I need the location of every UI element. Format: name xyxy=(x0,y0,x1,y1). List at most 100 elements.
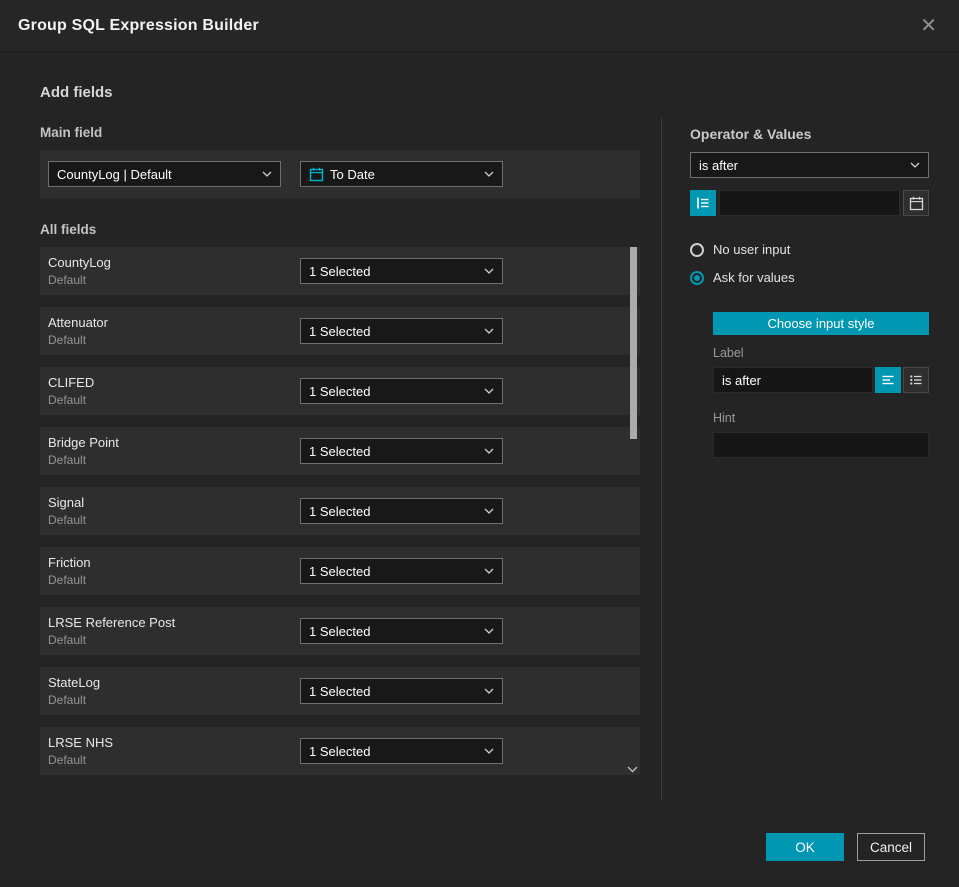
date-picker-button[interactable] xyxy=(903,190,929,216)
radio-no-user-input[interactable]: No user input xyxy=(690,242,929,257)
operator-select[interactable]: is after xyxy=(690,152,929,178)
field-sublabel: Default xyxy=(48,633,87,647)
field-selected-dropdown[interactable]: 1 Selected xyxy=(300,498,503,524)
field-selected-value: 1 Selected xyxy=(309,623,371,639)
field-selected-dropdown[interactable]: 1 Selected xyxy=(300,618,503,644)
field-selected-dropdown[interactable]: 1 Selected xyxy=(300,738,503,764)
field-name-block: CountyLog Default xyxy=(48,255,300,287)
chevron-down-icon xyxy=(910,162,920,168)
chevron-down-icon xyxy=(484,568,494,574)
field-row: LRSE NHS Default 1 Selected xyxy=(40,727,640,775)
field-selected-value: 1 Selected xyxy=(309,323,371,339)
field-selected-value: 1 Selected xyxy=(309,563,371,579)
close-icon[interactable]: ✕ xyxy=(916,12,941,40)
field-selected-value: 1 Selected xyxy=(309,263,371,279)
chevron-down-icon xyxy=(484,628,494,634)
field-name: CountyLog xyxy=(48,255,111,270)
field-selected-dropdown[interactable]: 1 Selected xyxy=(300,378,503,404)
main-field-select-value: CountyLog | Default xyxy=(57,166,172,182)
main-field-select[interactable]: CountyLog | Default xyxy=(48,161,281,187)
chevron-down-icon xyxy=(484,171,494,177)
operator-values-section: Operator & Values is after No user input… xyxy=(690,126,929,458)
column-divider xyxy=(661,118,662,800)
chevron-down-icon xyxy=(484,388,494,394)
calendar-icon xyxy=(909,196,923,210)
text-input-style-button[interactable] xyxy=(875,367,901,393)
field-row: CLIFED Default 1 Selected xyxy=(40,367,640,415)
value-type-toggle-button[interactable] xyxy=(690,190,716,216)
ok-button[interactable]: OK xyxy=(766,833,844,861)
field-selected-dropdown[interactable]: 1 Selected xyxy=(300,258,503,284)
field-row: LRSE Reference Post Default 1 Selected xyxy=(40,607,640,655)
add-fields-heading: Add fields xyxy=(40,84,113,101)
field-name-block: Attenuator Default xyxy=(48,315,300,347)
main-field-panel: CountyLog | Default To Date xyxy=(40,150,640,198)
chevron-down-icon xyxy=(484,448,494,454)
field-name-block: Friction Default xyxy=(48,555,300,587)
field-selected-dropdown[interactable]: 1 Selected xyxy=(300,678,503,704)
ask-for-values-options: Choose input style Label Hint xyxy=(713,298,929,458)
radio-label: Ask for values xyxy=(713,270,795,285)
chevron-down-icon xyxy=(484,688,494,694)
list-icon xyxy=(910,375,922,385)
field-row: CountyLog Default 1 Selected xyxy=(40,247,640,295)
field-selected-value: 1 Selected xyxy=(309,503,371,519)
dialog-title: Group SQL Expression Builder xyxy=(18,16,259,34)
chevron-down-icon xyxy=(262,171,272,177)
field-selected-dropdown[interactable]: 1 Selected xyxy=(300,558,503,584)
calendar-icon xyxy=(309,167,324,181)
date-field-select-value: To Date xyxy=(330,166,375,182)
field-name-block: StateLog Default xyxy=(48,675,300,707)
field-sublabel: Default xyxy=(48,513,87,527)
radio-icon xyxy=(690,242,704,257)
cancel-button[interactable]: Cancel xyxy=(857,833,925,861)
label-input-row xyxy=(713,367,929,393)
operator-select-value: is after xyxy=(699,157,739,173)
field-sublabel: Default xyxy=(48,693,87,707)
field-name: Friction xyxy=(48,555,91,570)
radio-selected-icon xyxy=(690,270,704,285)
scrollbar-thumb[interactable] xyxy=(630,247,637,439)
field-name-block: Bridge Point Default xyxy=(48,435,300,467)
field-row: StateLog Default 1 Selected xyxy=(40,667,640,715)
field-row: Attenuator Default 1 Selected xyxy=(40,307,640,355)
operator-values-heading: Operator & Values xyxy=(690,126,812,142)
field-name: Bridge Point xyxy=(48,435,119,450)
field-name-block: CLIFED Default xyxy=(48,375,300,407)
dialog-footer: OK Cancel xyxy=(766,833,925,861)
choose-input-style-button[interactable]: Choose input style xyxy=(713,312,929,335)
field-name: Attenuator xyxy=(48,315,108,330)
add-fields-section: Add fields Main field CountyLog | Defaul… xyxy=(40,84,640,787)
chevron-down-icon xyxy=(484,508,494,514)
field-selected-dropdown[interactable]: 1 Selected xyxy=(300,318,503,344)
label-input[interactable] xyxy=(713,367,873,393)
list-input-style-button[interactable] xyxy=(903,367,929,393)
chevron-down-icon xyxy=(484,748,494,754)
hint-input[interactable] xyxy=(713,432,929,458)
field-list-scrollbar[interactable] xyxy=(627,247,638,775)
field-name-block: LRSE Reference Post Default xyxy=(48,615,300,647)
field-sublabel: Default xyxy=(48,453,87,467)
field-sublabel: Default xyxy=(48,273,87,287)
radio-ask-for-values[interactable]: Ask for values xyxy=(690,270,929,285)
field-selected-value: 1 Selected xyxy=(309,743,371,759)
scroll-down-icon[interactable] xyxy=(627,766,638,773)
value-input[interactable] xyxy=(719,190,900,216)
field-sublabel: Default xyxy=(48,753,87,767)
field-selected-dropdown[interactable]: 1 Selected xyxy=(300,438,503,464)
field-name: LRSE Reference Post xyxy=(48,615,176,630)
dialog-header: Group SQL Expression Builder ✕ xyxy=(0,0,959,52)
field-sublabel: Default xyxy=(48,333,87,347)
chevron-down-icon xyxy=(484,328,494,334)
field-name-block: Signal Default xyxy=(48,495,300,527)
date-field-select[interactable]: To Date xyxy=(300,161,503,187)
all-fields-label: All fields xyxy=(40,222,97,237)
field-name-block: LRSE NHS Default xyxy=(48,735,300,767)
field-sublabel: Default xyxy=(48,573,87,587)
label-label: Label xyxy=(713,346,744,360)
field-name: StateLog xyxy=(48,675,101,690)
radio-label: No user input xyxy=(713,242,791,257)
field-row: Friction Default 1 Selected xyxy=(40,547,640,595)
field-name: Signal xyxy=(48,495,85,510)
field-name: LRSE NHS xyxy=(48,735,114,750)
